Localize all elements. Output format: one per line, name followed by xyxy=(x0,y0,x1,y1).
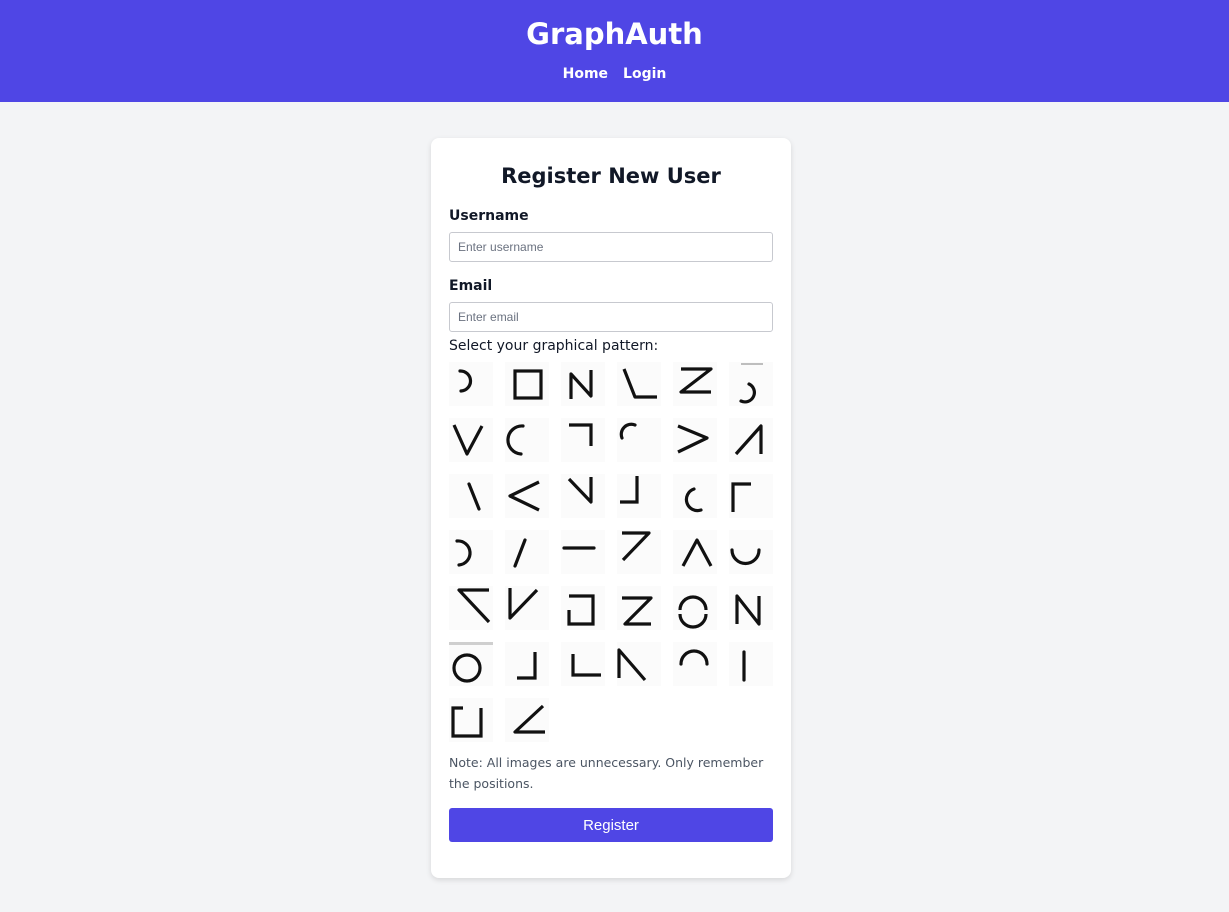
main-nav: Home Login xyxy=(0,62,1229,86)
email-input[interactable] xyxy=(449,302,773,332)
pattern-tile[interactable] xyxy=(729,474,773,518)
z-glyph xyxy=(679,367,713,394)
greater-than-glyph xyxy=(677,424,709,454)
pattern-tile[interactable] xyxy=(617,642,661,686)
pattern-tile[interactable] xyxy=(729,362,773,406)
pattern-tile[interactable] xyxy=(617,474,661,518)
pattern-tile[interactable] xyxy=(729,530,773,574)
form-title: Register New User xyxy=(501,164,721,188)
n-large-glyph xyxy=(735,594,761,626)
less-than-glyph xyxy=(508,480,540,512)
username-input[interactable] xyxy=(449,232,773,262)
corner-top-left-glyph xyxy=(731,482,751,512)
angle-top-left-glyph xyxy=(457,588,491,624)
circle-broken-glyph xyxy=(678,595,708,629)
pattern-tile[interactable] xyxy=(561,418,605,462)
pattern-tile[interactable] xyxy=(505,418,549,462)
pattern-tile[interactable] xyxy=(561,530,605,574)
backslash-glyph xyxy=(467,482,481,511)
pattern-tile[interactable] xyxy=(449,530,493,574)
corner-top-right-glyph xyxy=(569,423,593,446)
vertical-bar-glyph xyxy=(742,650,746,682)
pattern-tile[interactable] xyxy=(673,418,717,462)
pattern-tile[interactable] xyxy=(617,418,661,462)
square-glyph xyxy=(513,369,543,400)
pattern-tile[interactable] xyxy=(673,642,717,686)
corner-bottom-right-glyph xyxy=(620,476,639,504)
square-open-glyph xyxy=(567,594,595,626)
arch-glyph xyxy=(679,649,709,666)
pattern-tile[interactable] xyxy=(449,642,493,686)
pattern-tile[interactable] xyxy=(617,362,661,406)
nav-home-link[interactable]: Home xyxy=(563,62,608,86)
arc-right-glyph xyxy=(458,369,473,393)
v-check-glyph xyxy=(508,588,539,620)
pattern-tile[interactable] xyxy=(505,698,549,742)
brand-title: GraphAuth xyxy=(526,17,703,51)
arc-small-left-glyph xyxy=(619,422,637,440)
arc-small-c-glyph xyxy=(684,487,703,513)
slash-glyph xyxy=(513,538,527,568)
n-glyph xyxy=(569,370,593,399)
pattern-tile[interactable] xyxy=(729,642,773,686)
pattern-tile[interactable] xyxy=(449,418,493,462)
seven-glyph xyxy=(621,531,651,562)
arc-d-glyph xyxy=(455,539,472,567)
username-label: Username xyxy=(449,208,529,224)
app-header: GraphAuth Home Login xyxy=(0,0,1229,102)
pattern-note: Note: All images are unnecessary. Only r… xyxy=(449,755,764,791)
pattern-tile[interactable] xyxy=(561,642,605,686)
register-button[interactable]: Register xyxy=(449,808,773,842)
pattern-tile[interactable] xyxy=(449,362,493,406)
pattern-tile[interactable] xyxy=(561,474,605,518)
dash-glyph xyxy=(562,546,596,550)
caret-glyph xyxy=(681,538,713,567)
check-reverse-glyph xyxy=(567,477,593,504)
z-sideways-glyph xyxy=(622,368,657,399)
triangle-up-left-glyph xyxy=(617,648,647,682)
pattern-tile[interactable] xyxy=(505,362,549,406)
square-bracket-glyph xyxy=(451,706,483,738)
pattern-tile[interactable] xyxy=(561,586,605,630)
pattern-grid xyxy=(449,362,773,742)
v-glyph xyxy=(452,424,484,456)
pattern-tile[interactable] xyxy=(617,586,661,630)
pattern-tile[interactable] xyxy=(505,586,549,630)
corner-small-bottom-right-glyph xyxy=(517,652,537,680)
pattern-tile[interactable] xyxy=(449,698,493,742)
l-glyph xyxy=(571,654,601,677)
u-arc-glyph xyxy=(730,548,761,566)
pattern-tile[interactable] xyxy=(505,474,549,518)
pattern-tile[interactable] xyxy=(673,586,717,630)
pattern-tile[interactable] xyxy=(729,586,773,630)
pattern-tile[interactable] xyxy=(449,586,493,630)
pattern-tile[interactable] xyxy=(673,474,717,518)
arc-left-glyph xyxy=(506,424,525,456)
arc-hook-glyph xyxy=(739,363,763,404)
z-flat-glyph xyxy=(622,596,653,626)
circle-open-glyph xyxy=(449,642,493,683)
lambda-glyph xyxy=(734,424,763,456)
pattern-tile[interactable] xyxy=(729,418,773,462)
pattern-tile[interactable] xyxy=(449,474,493,518)
pattern-tile[interactable] xyxy=(617,530,661,574)
register-card: Register New User Username Email Select … xyxy=(431,138,791,878)
nav-login-link[interactable]: Login xyxy=(623,62,666,86)
angle-bottom-left-glyph xyxy=(513,704,545,734)
pattern-tile[interactable] xyxy=(505,530,549,574)
pattern-tile[interactable] xyxy=(505,642,549,686)
pattern-tile[interactable] xyxy=(561,362,605,406)
email-label: Email xyxy=(449,278,493,294)
pattern-tile[interactable] xyxy=(673,530,717,574)
pattern-tile[interactable] xyxy=(673,362,717,406)
pattern-label: Select your graphical pattern: xyxy=(449,338,659,354)
